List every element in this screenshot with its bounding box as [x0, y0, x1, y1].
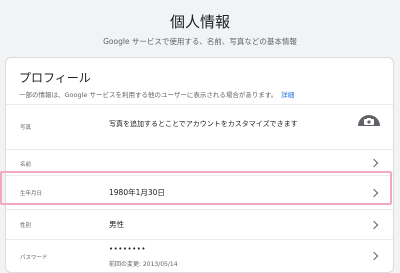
chevron-right-icon — [369, 220, 379, 230]
profile-card-description: 一部の情報は、Google サービスを利用する他のユーザーに表示される場合があり… — [19, 89, 294, 99]
camera-icon[interactable] — [358, 115, 380, 126]
row-label-gender: 性別 — [20, 223, 32, 229]
camera-glyph — [364, 118, 374, 125]
profile-card-title: プロフィール — [19, 71, 91, 85]
chevron-right-icon — [369, 158, 379, 168]
page-subtitle: Google サービスで使用する、名前、写真などの基本情報 — [103, 37, 297, 46]
chevron-right-icon — [369, 251, 379, 261]
row-label-name: 名前 — [20, 162, 32, 168]
profile-row-photo[interactable]: 写真 写真を追加するとことでアカウントをカスタマイズできます — [6, 104, 393, 149]
profile-description-text: 一部の情報は、Google サービスを利用する他のユーザーに表示される場合があり… — [19, 91, 278, 99]
profile-card: プロフィール 一部の情報は、Google サービスを利用する他のユーザーに表示さ… — [5, 57, 394, 273]
password-last-changed: 前回の変更: 2013/05/14 — [109, 261, 178, 268]
row-label-photo: 写真 — [20, 125, 32, 131]
row-value-password: •••••••• — [109, 245, 147, 253]
details-link[interactable]: 詳細 — [281, 91, 294, 99]
page-title: 個人情報 — [169, 13, 230, 31]
birthday-highlight — [0, 171, 392, 205]
profile-row-gender[interactable]: 性別 男性 — [6, 209, 393, 239]
profile-row-password[interactable]: パスワード •••••••• 前回の変更: 2013/05/14 — [6, 239, 393, 272]
row-value-photo: 写真を追加するとことでアカウントをカスタマイズできます — [109, 120, 298, 128]
row-label-password: パスワード — [20, 255, 48, 261]
row-value-gender: 男性 — [109, 220, 124, 229]
